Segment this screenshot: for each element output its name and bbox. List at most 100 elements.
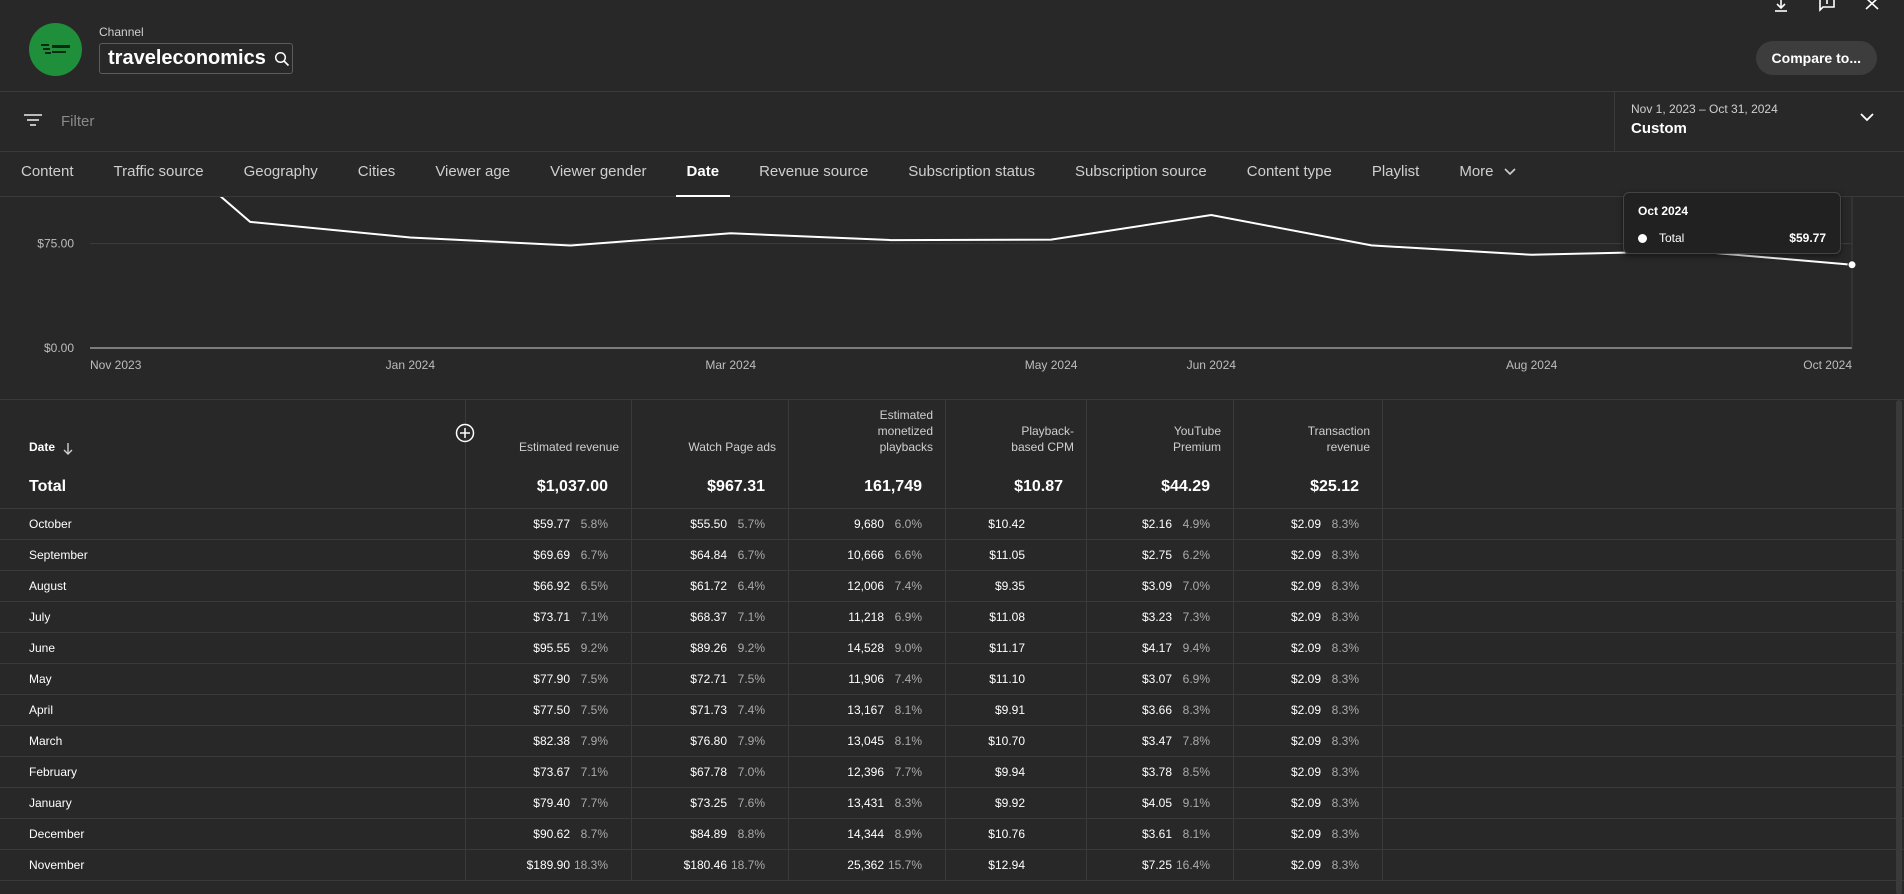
tab-subscription-status[interactable]: Subscription status [888,152,1055,197]
table-row[interactable]: June $95.55 9.2% $89.26 9.2% 14,528 9.0% $11.17… [0,633,1904,664]
cell-value: $2.09 [1290,734,1321,748]
cell-value: $4.17 [1141,641,1172,655]
scrollbar[interactable] [1896,400,1902,894]
cell-value: $11.10 [989,672,1025,686]
cell-percent: 8.1% [894,703,922,717]
cell-estimated-revenue: $77.90 7.5% [466,664,632,694]
x-tick-label: Mar 2024 [705,358,756,372]
download-icon[interactable] [1772,0,1790,12]
tab-geography[interactable]: Geography [224,152,338,197]
cell-date: February [0,757,466,787]
x-tick-label: Aug 2024 [1506,358,1558,372]
filter-icon[interactable] [23,112,43,128]
cell-percent: 9.4% [1182,641,1210,655]
arrow-down-icon[interactable] [63,443,73,455]
cell-percent: 7.4% [894,579,922,593]
cell-youtube-premium: $7.25 16.4% [1087,850,1234,880]
tab-more-label: More [1459,163,1494,180]
cell-watch-page-ads: $68.37 7.1% [632,602,789,632]
column-header-watch-page-ads[interactable]: Watch Page ads [632,400,789,466]
column-header-monetized-playbacks[interactable]: Estimated monetized playbacks [789,400,946,466]
cell-watch-page-ads: $73.25 7.6% [632,788,789,818]
cell-value: $2.16 [1141,517,1172,531]
cell-date: August [0,571,466,601]
cell-playback-cpm: $9.92 [946,788,1087,818]
cell-percent: 6.9% [894,610,922,624]
cell-percent: 4.9% [1182,517,1210,531]
window-actions [1772,0,1880,12]
table-row[interactable]: March $82.38 7.9% $76.80 7.9% 13,045 8.1% $10.7… [0,726,1904,757]
tab-viewer-age[interactable]: Viewer age [415,152,530,197]
column-header-playback-cpm[interactable]: Playback-based CPM [946,400,1087,466]
table-row[interactable]: October $59.77 5.8% $55.50 5.7% 9,680 6.0% $10.… [0,509,1904,540]
table-row[interactable]: December $90.62 8.7% $84.89 8.8% 14,344 8.9% $1… [0,819,1904,850]
table-row[interactable]: November $189.90 18.3% $180.46 18.7% 25,362 15… [0,850,1904,881]
header-line: revenue [1326,440,1370,454]
cell-estimated-revenue: $59.77 5.8% [466,509,632,539]
tab-traffic-source[interactable]: Traffic source [94,152,224,197]
column-header-transaction-revenue[interactable]: Transaction revenue [1234,400,1383,466]
tab-more[interactable]: More [1439,152,1535,197]
add-circle-icon[interactable] [455,423,475,443]
column-header-date[interactable]: Date [0,400,466,466]
cell-value: 11,218 [848,610,884,624]
cell-date: September [0,540,466,570]
tab-content-type[interactable]: Content type [1227,152,1352,197]
cell-percent: 6.7% [737,548,765,562]
cell-transaction-revenue: $2.09 8.3% [1234,757,1383,787]
cell-percent: 6.6% [894,548,922,562]
header-line: playbacks [879,440,933,454]
table-row[interactable]: May $77.90 7.5% $72.71 7.5% 11,906 7.4% $11.10 $… [0,664,1904,695]
cell-value: $180.46 [683,858,727,872]
channel-selector[interactable]: traveleconomics [99,43,293,74]
tab-content[interactable]: Content [0,152,94,197]
tab-date[interactable]: Date [667,152,740,197]
tooltip-title: Oct 2024 [1638,204,1689,218]
tab-cities[interactable]: Cities [338,152,416,197]
column-header-estimated-revenue[interactable]: Estimated revenue [466,400,632,466]
date-range-picker[interactable]: Nov 1, 2023 – Oct 31, 2024 Custom [1614,92,1904,152]
table-row[interactable]: August $66.92 6.5% $61.72 6.4% 12,006 7.4% $9.3… [0,571,1904,602]
cell-percent: 8.3% [1331,858,1359,872]
cell-playback-cpm: $9.35 [946,571,1087,601]
cell-monetized-playbacks: 13,431 8.3% [789,788,946,818]
cell-percent: 7.9% [580,734,608,748]
cell-date: March [0,726,466,756]
table-row[interactable]: September $69.69 6.7% $64.84 6.7% 10,666 6.6% $… [0,540,1904,571]
tab-revenue-source[interactable]: Revenue source [739,152,888,197]
filter-input[interactable]: Filter [61,113,94,130]
search-icon[interactable] [274,51,290,67]
cell-value: $2.09 [1290,579,1321,593]
cell-transaction-revenue: $2.09 8.3% [1234,664,1383,694]
dimension-tabs: Content Traffic source Geography Cities … [0,152,1904,197]
x-tick-label: May 2024 [1025,358,1078,372]
cell-value: $2.09 [1290,517,1321,531]
column-header-youtube-premium[interactable]: YouTube Premium [1087,400,1234,466]
cell-value: $9.94 [994,765,1025,779]
cell-value: $10.76 [988,827,1025,841]
tooltip-value: $59.77 [1789,231,1826,245]
tab-viewer-gender[interactable]: Viewer gender [530,152,666,197]
chevron-down-icon[interactable] [1860,112,1874,122]
cell-youtube-premium: $3.23 7.3% [1087,602,1234,632]
cell-monetized-playbacks: 14,344 8.9% [789,819,946,849]
table-row[interactable]: January $79.40 7.7% $73.25 7.6% 13,431 8.3% $9.… [0,788,1904,819]
cell-monetized-playbacks: 25,362 15.7% [789,850,946,880]
cell-value: 13,167 [847,703,884,717]
tab-playlist[interactable]: Playlist [1352,152,1440,197]
close-icon[interactable] [1864,0,1880,12]
header-line: Premium [1172,440,1221,454]
cell-estimated-revenue: $66.92 6.5% [466,571,632,601]
tab-subscription-source[interactable]: Subscription source [1055,152,1227,197]
cell-value: 11,906 [848,672,884,686]
cell-youtube-premium: $3.47 7.8% [1087,726,1234,756]
table-row[interactable]: February $73.67 7.1% $67.78 7.0% 12,396 7.7% $9… [0,757,1904,788]
cell-playback-cpm: $11.05 [946,540,1087,570]
channel-avatar[interactable] [29,23,82,76]
table-row[interactable]: July $73.71 7.1% $68.37 7.1% 11,218 6.9% $11.08… [0,602,1904,633]
table-row[interactable]: April $77.50 7.5% $71.73 7.4% 13,167 8.1% $9.91… [0,695,1904,726]
header-line: Estimated revenue [518,440,619,454]
compare-button[interactable]: Compare to... [1755,41,1877,75]
feedback-icon[interactable] [1818,0,1836,12]
cell-estimated-revenue: $90.62 8.7% [466,819,632,849]
